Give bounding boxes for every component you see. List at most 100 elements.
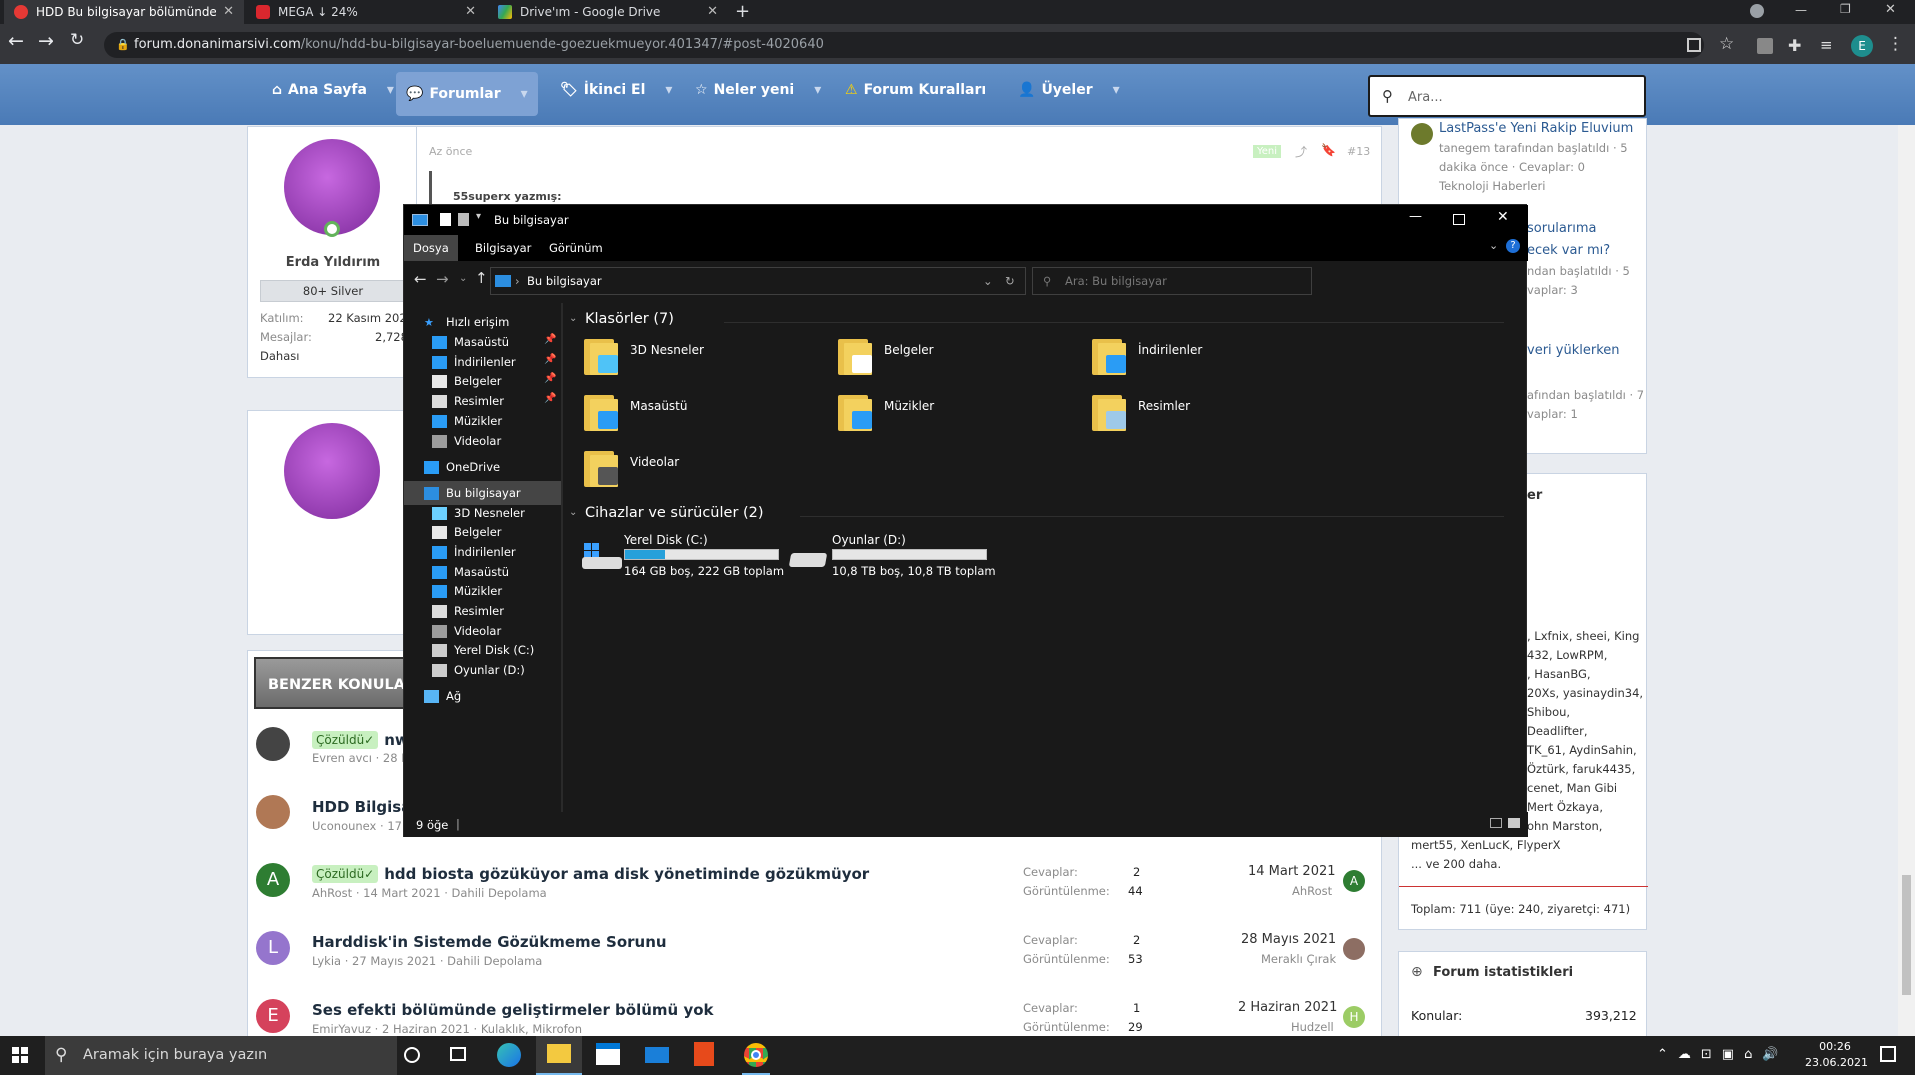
post-number[interactable]: #13: [1347, 145, 1370, 158]
minimize-icon[interactable]: —: [1409, 209, 1422, 224]
clock-time[interactable]: 00:26: [1805, 1040, 1865, 1053]
nav-item[interactable]: OneDrive: [404, 455, 561, 479]
page-scrollbar[interactable]: [1898, 125, 1915, 1036]
nav-second-hand[interactable]: 🏷 İkinci El ▾: [550, 64, 682, 116]
online-users-line[interactable]: ... ve 200 daha.: [1411, 857, 1501, 871]
folder-item[interactable]: Belgeler: [838, 335, 1068, 381]
nav-whats-new[interactable]: ☆ Neler yeni ▾: [685, 64, 831, 116]
drives-header[interactable]: Cihazlar ve sürücüler (2): [585, 505, 764, 521]
last-date[interactable]: 2 Haziran 2021: [1238, 1000, 1337, 1015]
last-user[interactable]: Meraklı Çırak: [1261, 952, 1336, 966]
avatar[interactable]: [1343, 938, 1365, 960]
last-user[interactable]: Hudzell: [1291, 1020, 1334, 1034]
collapse-icon[interactable]: ⌄: [569, 507, 577, 518]
system-tray-icons[interactable]: ⌃☁⊡▣⌂🔊: [1657, 1047, 1789, 1062]
pane-divider[interactable]: [561, 303, 563, 812]
menu-icon[interactable]: ⋮: [1887, 34, 1904, 54]
breadcrumb[interactable]: Bu bilgisayar: [527, 268, 602, 294]
ribbon-tab-view[interactable]: Görünüm: [540, 235, 612, 261]
quick-access-dropdown-icon[interactable]: ▾: [476, 211, 481, 222]
avatar[interactable]: L: [256, 931, 290, 965]
mail-icon[interactable]: [645, 1047, 669, 1063]
taskbar-explorer-button[interactable]: [536, 1036, 582, 1075]
maximize-icon[interactable]: [1453, 214, 1465, 225]
nav-forums[interactable]: 💬 Forumlar ▾: [396, 72, 538, 116]
last-user[interactable]: AhRost: [1292, 884, 1332, 898]
properties-icon[interactable]: [440, 213, 451, 226]
folder-item[interactable]: İndirilenler: [1092, 335, 1322, 381]
avatar[interactable]: E: [256, 999, 290, 1033]
close-window-icon[interactable]: ✕: [1885, 2, 1896, 17]
details-view-icon[interactable]: [1490, 818, 1502, 828]
address-bar[interactable]: 🔒 forum.donanimarsivi.com/konu/hdd-bu-bi…: [104, 32, 1704, 58]
nav-item[interactable]: Videolar: [404, 429, 561, 453]
close-tab-icon[interactable]: ✕: [465, 4, 476, 19]
share-icon[interactable]: ⤴: [1295, 143, 1307, 160]
puzzle-icon[interactable]: ✚: [1788, 36, 1801, 55]
tab-drive[interactable]: Drive'ım - Google Drive ✕: [488, 0, 728, 24]
online-users-line[interactable]: 20Xs, yasinaydin34,: [1527, 686, 1643, 700]
new-folder-icon[interactable]: [458, 213, 469, 226]
online-users-line[interactable]: TK_61, AydinSahin,: [1527, 743, 1637, 757]
avatar[interactable]: H: [1343, 1006, 1365, 1028]
up-icon[interactable]: ↑: [475, 269, 488, 287]
minimize-icon[interactable]: —: [1795, 3, 1807, 17]
last-date[interactable]: 28 Mayıs 2021: [1241, 932, 1336, 947]
media-icon[interactable]: ≡: [1820, 36, 1833, 54]
ribbon-expand-icon[interactable]: ⌄: [1489, 239, 1498, 252]
close-tab-icon[interactable]: ✕: [223, 4, 234, 19]
online-users-line[interactable]: , HasanBG,: [1527, 667, 1591, 681]
reload-icon[interactable]: ↻: [70, 30, 84, 50]
close-tab-icon[interactable]: ✕: [707, 4, 718, 19]
notifications-icon[interactable]: [1880, 1046, 1896, 1062]
taskbar-search-input[interactable]: ⚲ Aramak için buraya yazın: [45, 1036, 397, 1075]
online-users-line[interactable]: ohn Marston,: [1527, 819, 1602, 833]
thread-title[interactable]: Ses efekti bölümünde geliştirmeler bölüm…: [312, 1001, 714, 1019]
ribbon-tab-file[interactable]: Dosya: [404, 235, 458, 261]
help-icon[interactable]: ?: [1506, 239, 1520, 253]
store-icon[interactable]: [596, 1043, 620, 1065]
recent-locations-icon[interactable]: ⌄: [459, 273, 467, 284]
online-users-line[interactable]: 432, LowRPM,: [1527, 648, 1607, 662]
online-users-line[interactable]: , Lxfnix, sheei, King: [1527, 629, 1639, 643]
back-icon[interactable]: ←: [414, 270, 427, 288]
folder-item[interactable]: 3D Nesneler: [584, 335, 814, 381]
collapse-icon[interactable]: ⌄: [569, 313, 577, 324]
nav-item[interactable]: Ağ: [404, 684, 561, 708]
online-users-line[interactable]: Mert Özkaya,: [1527, 800, 1603, 814]
avatar[interactable]: A: [1343, 870, 1365, 892]
tab-search-icon[interactable]: [1750, 4, 1764, 18]
drive-d[interactable]: Oyunlar (D:) 10,8 TB boş, 10,8 TB toplam: [788, 533, 1030, 578]
more-link[interactable]: Dahası: [260, 349, 299, 363]
online-users-line[interactable]: mert55, XenLucK, FlyperX: [1411, 838, 1560, 852]
last-date[interactable]: 14 Mart 2021: [1248, 864, 1336, 879]
sidebar-thread-forum[interactable]: Teknoloji Haberleri: [1439, 179, 1545, 193]
sidebar-thread-title[interactable]: LastPass'e Yeni Rakip Eluvium: [1439, 121, 1633, 136]
edge-icon[interactable]: [497, 1043, 521, 1067]
online-users-line[interactable]: cenet, Man Gibi: [1527, 781, 1617, 795]
forward-icon[interactable]: →: [38, 30, 54, 52]
nav-home[interactable]: ⌂ Ana Sayfa ▾: [262, 64, 404, 116]
bookmark-icon[interactable]: 🔖: [1321, 143, 1336, 157]
avatar[interactable]: [256, 795, 290, 829]
tab-forum[interactable]: HDD Bu bilgisayar bölümünde gö ✕: [4, 0, 244, 24]
bookmark-star-icon[interactable]: ☆: [1719, 34, 1734, 54]
forum-search-input[interactable]: ⚲ Ara...: [1368, 75, 1646, 117]
tab-mega[interactable]: MEGA ↓ 24% ✕: [246, 0, 486, 24]
avatar[interactable]: A: [256, 863, 290, 897]
office-icon[interactable]: [694, 1042, 714, 1066]
cortana-icon[interactable]: [404, 1047, 420, 1063]
back-icon[interactable]: ←: [8, 30, 24, 52]
address-dropdown-icon[interactable]: ⌄: [983, 268, 993, 294]
restore-icon[interactable]: ❐: [1840, 2, 1851, 16]
address-field[interactable]: › Bu bilgisayar ⌄ ↻: [490, 267, 1026, 295]
profile-avatar[interactable]: E: [1851, 35, 1873, 57]
task-view-icon[interactable]: [450, 1047, 466, 1061]
new-tab-button[interactable]: +: [735, 1, 750, 22]
nav-members[interactable]: 👤 Üyeler ▾: [1008, 64, 1130, 116]
explorer-search-input[interactable]: ⚲ Ara: Bu bilgisayar: [1032, 267, 1312, 295]
clock-date[interactable]: 23.06.2021: [1805, 1056, 1868, 1069]
folder-item[interactable]: Videolar: [584, 447, 814, 493]
folders-header[interactable]: Klasörler (7): [585, 311, 674, 327]
avatar[interactable]: [284, 423, 380, 519]
